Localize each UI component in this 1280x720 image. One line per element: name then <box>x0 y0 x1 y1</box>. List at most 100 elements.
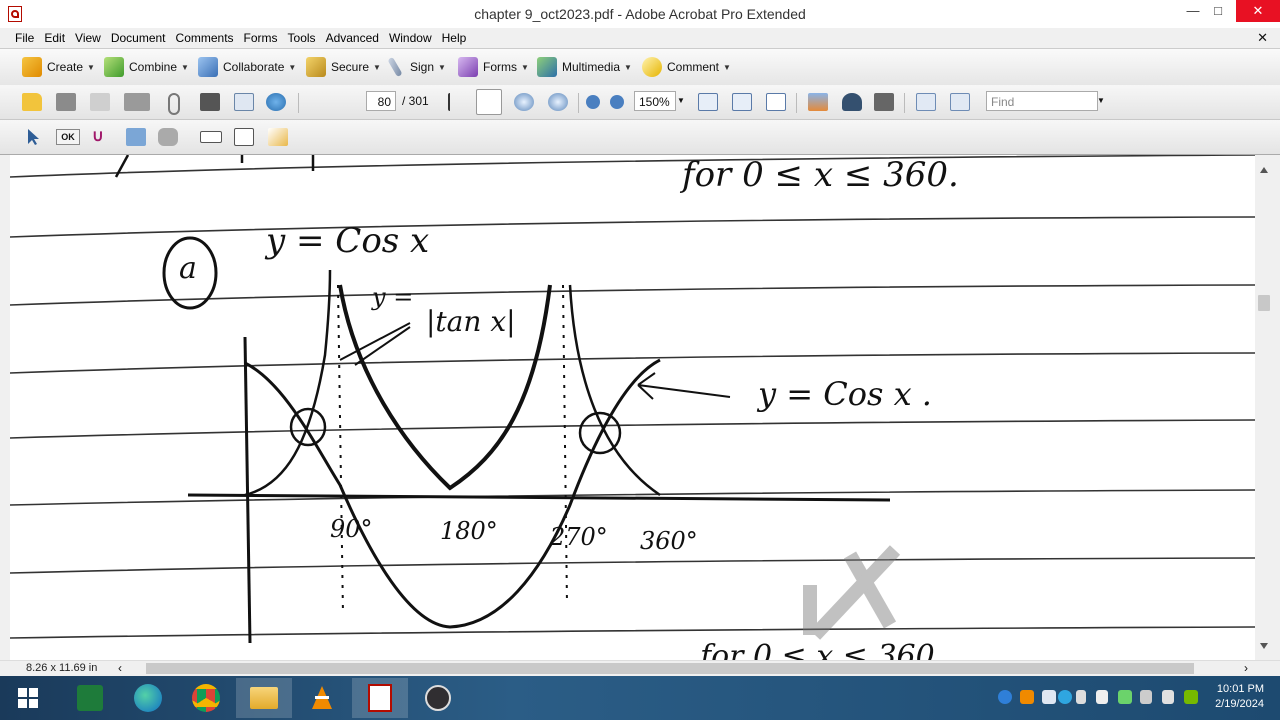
fit-width-icon[interactable] <box>732 93 752 111</box>
cos-label: y = Cos x . <box>758 375 932 413</box>
device-tray-icon[interactable] <box>1076 690 1086 704</box>
save-icon[interactable] <box>90 93 110 111</box>
taskbar-file-explorer[interactable] <box>236 678 292 718</box>
cos-label-arrow <box>637 372 731 400</box>
system-clock[interactable]: 10:01 PM 2/19/2024 <box>1215 682 1264 712</box>
zoom-level-input[interactable]: 150% <box>634 91 676 111</box>
create-button[interactable]: Create ▼ <box>22 55 95 79</box>
edge-tray-icon[interactable] <box>1058 690 1072 704</box>
printer-options-icon[interactable] <box>124 93 150 111</box>
comment-bubble-icon <box>642 57 662 77</box>
taskbar-obs[interactable] <box>410 678 466 718</box>
forms-button[interactable]: Forms ▼ <box>458 55 529 79</box>
sign-label: Sign <box>410 60 435 74</box>
network-icon[interactable] <box>1118 690 1132 704</box>
tan-curve-left <box>244 269 332 497</box>
taskbar-chrome[interactable] <box>178 678 234 718</box>
attach-file-icon[interactable] <box>158 128 178 146</box>
close-document-button[interactable]: ✕ <box>1257 30 1268 46</box>
vlc-cone-icon <box>312 686 332 709</box>
taskbar-acrobat[interactable] <box>352 678 408 718</box>
menu-tools[interactable]: Tools <box>283 28 321 46</box>
typewriter-icon[interactable] <box>808 93 828 111</box>
edit-object-icon[interactable] <box>268 128 288 146</box>
snapshot-camera-icon[interactable] <box>874 93 894 111</box>
start-button[interactable] <box>0 678 56 718</box>
page-size-label: 8.26 x 11.69 in <box>26 662 98 674</box>
open-folder-icon[interactable] <box>22 93 42 111</box>
zoom-out-icon[interactable] <box>586 95 600 109</box>
vertical-scrollbar[interactable] <box>1256 155 1272 660</box>
select-text-icon[interactable] <box>448 93 470 111</box>
attach-paperclip-icon[interactable] <box>168 93 180 115</box>
scroll-right-icon[interactable]: › <box>1244 661 1248 675</box>
full-screen-icon[interactable] <box>950 93 970 111</box>
combine-button[interactable]: Combine ▼ <box>104 55 189 79</box>
menu-file[interactable]: File <box>10 28 39 46</box>
tick-180: 180° <box>440 517 498 545</box>
page-number-input[interactable]: 80 <box>366 91 396 111</box>
taskbar-edge[interactable] <box>120 678 176 718</box>
menu-comments[interactable]: Comments <box>171 28 239 46</box>
secure-button[interactable]: Secure ▼ <box>306 55 381 79</box>
multimedia-icon <box>537 57 557 77</box>
close-window-button[interactable]: ✕ <box>1236 0 1280 22</box>
tick-270: 270° <box>550 523 608 551</box>
clock-date: 2/19/2024 <box>1215 698 1264 710</box>
link-tool-icon[interactable]: ∪ <box>92 128 112 146</box>
nvidia-tray-icon[interactable] <box>1184 690 1198 704</box>
dynamic-zoom-icon[interactable] <box>548 93 568 111</box>
menu-window[interactable]: Window <box>384 28 437 46</box>
help-tray-icon[interactable] <box>998 690 1012 704</box>
zoom-dropdown-chevron-icon[interactable]: ▼ <box>677 96 685 105</box>
touchup-text-icon[interactable] <box>234 128 254 146</box>
zoom-in-icon[interactable] <box>610 95 624 109</box>
crop-tool-icon[interactable] <box>126 128 146 146</box>
find-options-chevron-icon[interactable]: ▼ <box>1097 96 1105 105</box>
button-field-icon[interactable]: OK <box>56 129 80 145</box>
part-label: a <box>179 251 197 286</box>
range-text-bottom: for 0 ≤ x ≤ 360 <box>700 639 935 660</box>
menu-document[interactable]: Document <box>106 28 171 46</box>
stamp-icon[interactable] <box>842 93 862 111</box>
find-input[interactable]: Find <box>986 91 1098 111</box>
maximize-button[interactable]: □ <box>1201 0 1235 22</box>
horizontal-scroll-thumb[interactable] <box>146 663 1194 674</box>
rotate-view-icon[interactable] <box>916 93 936 111</box>
collaborate-button[interactable]: Collaborate ▼ <box>198 55 296 79</box>
email-icon[interactable] <box>234 93 254 111</box>
menu-help[interactable]: Help <box>437 28 472 46</box>
menu-forms[interactable]: Forms <box>239 28 283 46</box>
find-binoculars-icon[interactable] <box>200 93 220 111</box>
forms-label: Forms <box>483 60 517 74</box>
hand-tool-icon[interactable] <box>476 89 502 115</box>
collaborate-label: Collaborate <box>223 60 285 74</box>
document-viewport[interactable]: for 0 ≤ x ≤ 360. a y = Cos x y = |tan x|… <box>10 155 1255 660</box>
multimedia-button[interactable]: Multimedia ▼ <box>537 55 632 79</box>
taskbar-excel[interactable] <box>62 678 118 718</box>
menu-advanced[interactable]: Advanced <box>321 28 384 46</box>
secure-label: Secure <box>331 60 370 74</box>
sign-button[interactable]: Sign ▼ <box>386 55 446 79</box>
print-icon[interactable] <box>56 93 76 111</box>
web-sync-icon[interactable] <box>266 93 286 111</box>
watermark-mark <box>803 545 901 640</box>
volume-icon[interactable] <box>1096 690 1108 704</box>
title-bar: chapter 9_oct2023.pdf - Adobe Acrobat Pr… <box>0 0 1280 29</box>
cos-curve <box>244 358 661 629</box>
marquee-zoom-icon[interactable] <box>514 93 534 111</box>
select-object-arrow-icon[interactable] <box>26 128 40 146</box>
top-margin-marks <box>114 155 315 178</box>
display-tray-icon[interactable] <box>1162 690 1174 704</box>
usb-tray-icon[interactable] <box>1140 690 1152 704</box>
notification-tray-icon[interactable] <box>1042 690 1056 704</box>
fit-page-icon[interactable] <box>766 93 786 111</box>
vlc-tray-icon[interactable] <box>1020 690 1034 704</box>
comment-button[interactable]: Comment ▼ <box>642 55 731 79</box>
taskbar-vlc[interactable] <box>294 678 350 718</box>
menu-edit[interactable]: Edit <box>39 28 70 46</box>
scroll-left-icon[interactable]: ‹ <box>118 661 122 675</box>
actual-size-icon[interactable] <box>698 93 718 111</box>
menu-view[interactable]: View <box>70 28 106 46</box>
text-field-icon[interactable] <box>200 131 222 143</box>
